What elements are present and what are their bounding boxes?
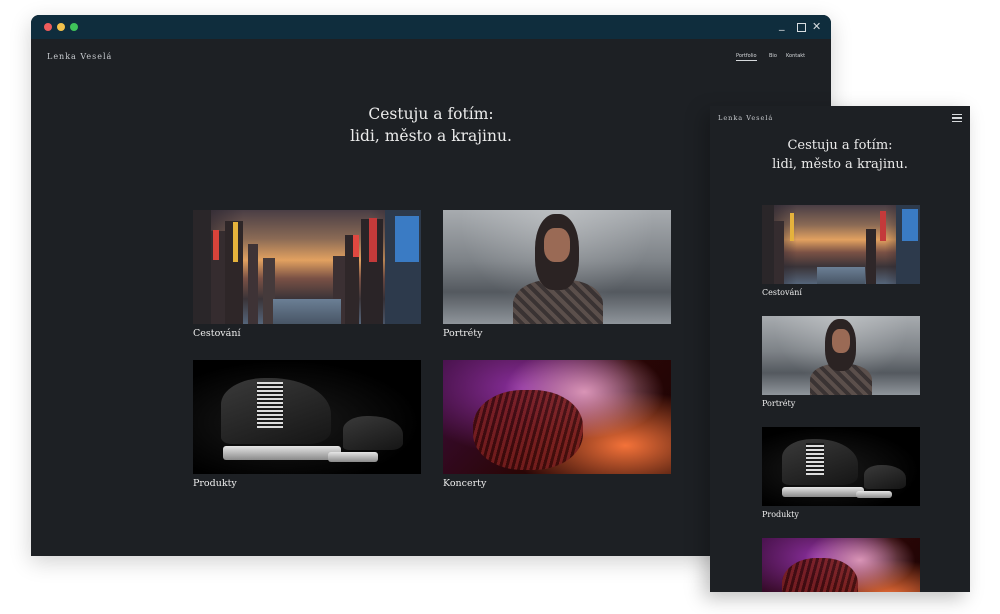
card-image-koncerty[interactable] <box>443 360 671 474</box>
nav-kontakt[interactable]: Kontakt <box>786 53 805 59</box>
nav-bio[interactable]: Bio <box>769 53 777 59</box>
card-label-produkty[interactable]: Produkty <box>193 478 237 489</box>
site-brand[interactable]: Lenka Veselá <box>47 52 112 61</box>
close-dot-icon[interactable] <box>44 23 52 31</box>
card-image-portrety[interactable] <box>443 210 671 324</box>
maximize-icon[interactable] <box>797 20 806 36</box>
card-image-produkty[interactable] <box>193 360 421 474</box>
mobile-card-label-cestovani[interactable]: Cestování <box>762 288 802 297</box>
nav-portfolio[interactable]: Portfolio <box>736 53 757 61</box>
mobile-card-label-portrety[interactable]: Portréty <box>762 399 795 408</box>
mobile-card-label-produkty[interactable]: Produkty <box>762 510 799 519</box>
mobile-card-image-koncerty[interactable] <box>762 538 920 592</box>
mobile-card-image-produkty[interactable] <box>762 427 920 506</box>
close-icon[interactable]: ✕ <box>812 20 821 34</box>
card-label-cestovani[interactable]: Cestování <box>193 328 241 339</box>
mobile-site-brand[interactable]: Lenka Veselá <box>718 114 773 122</box>
mobile-hero-heading: Cestuju a fotím: lidi, město a krajinu. <box>710 136 970 174</box>
mobile-card-image-cestovani[interactable] <box>762 205 920 284</box>
mobile-hero-line-2: lidi, město a krajinu. <box>772 157 908 172</box>
mobile-hero-line-1: Cestuju a fotím: <box>787 138 893 153</box>
hamburger-icon[interactable] <box>952 114 962 122</box>
minimize-dot-icon[interactable] <box>57 23 65 31</box>
window-titlebar: _ ✕ <box>31 15 831 39</box>
card-label-koncerty[interactable]: Koncerty <box>443 478 486 489</box>
mobile-card-image-portrety[interactable] <box>762 316 920 395</box>
mobile-preview: Lenka Veselá Cestuju a fotím: lidi, měst… <box>710 106 970 592</box>
card-image-cestovani[interactable] <box>193 210 421 324</box>
minimize-icon[interactable]: _ <box>779 18 785 32</box>
maximize-dot-icon[interactable] <box>70 23 78 31</box>
card-label-portrety[interactable]: Portréty <box>443 328 482 339</box>
